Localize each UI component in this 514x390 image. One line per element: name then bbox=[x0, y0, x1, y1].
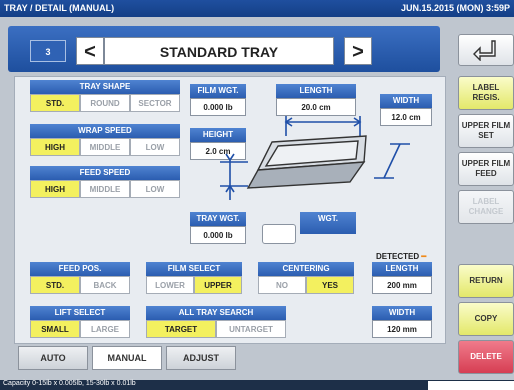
label-change-button: LABEL CHANGE bbox=[458, 190, 514, 224]
upper-film-set-button[interactable]: UPPER FILM SET bbox=[458, 114, 514, 148]
film-select-lower[interactable]: LOWER bbox=[146, 276, 194, 294]
width-label: WIDTH bbox=[380, 94, 432, 108]
feed-pos-std[interactable]: STD. bbox=[30, 276, 80, 294]
capacity-text: Capacity 0-15lb x 0.005lb, 15-30lb x 0.0… bbox=[3, 380, 136, 387]
wrap-speed-high[interactable]: HIGH bbox=[30, 138, 80, 156]
upper-film-set-line1: UPPER FILM bbox=[461, 121, 511, 130]
lift-select-small[interactable]: SMALL bbox=[30, 320, 80, 338]
wrap-speed-low[interactable]: LOW bbox=[130, 138, 180, 156]
upper-film-feed-line1: UPPER FILM bbox=[461, 159, 511, 168]
all-tray-search-untarget[interactable]: UNTARGET bbox=[216, 320, 286, 338]
film-select-label: FILM SELECT bbox=[146, 262, 242, 276]
label-change-line2: CHANGE bbox=[468, 207, 504, 216]
tray-diagram bbox=[220, 116, 410, 200]
status-box bbox=[428, 381, 514, 390]
centering-yes[interactable]: YES bbox=[306, 276, 354, 294]
lift-select-large[interactable]: LARGE bbox=[80, 320, 130, 338]
tray-wgt-value[interactable]: 0.000 lb bbox=[190, 226, 246, 244]
tray-wgt-label: TRAY WGT. bbox=[190, 212, 246, 226]
tray-name[interactable]: STANDARD TRAY bbox=[104, 37, 334, 65]
detected-width-label: WIDTH bbox=[372, 306, 432, 320]
tab-manual[interactable]: MANUAL bbox=[92, 346, 162, 370]
detected-length-value: 200 mm bbox=[372, 276, 432, 294]
all-tray-search-label: ALL TRAY SEARCH bbox=[146, 306, 286, 320]
wrap-speed-middle[interactable]: MIDDLE bbox=[80, 138, 130, 156]
centering-no[interactable]: NO bbox=[258, 276, 306, 294]
label-regis-line1: LABEL bbox=[472, 83, 500, 92]
upper-film-feed-line2: FEED bbox=[475, 169, 497, 178]
feed-pos-label: FEED POS. bbox=[30, 262, 130, 276]
feed-speed-high[interactable]: HIGH bbox=[30, 180, 80, 198]
feed-speed-label: FEED SPEED bbox=[30, 166, 180, 180]
detected-indicator-icon: ━ bbox=[421, 252, 427, 261]
lift-select-label: LIFT SELECT bbox=[30, 306, 130, 320]
wrap-speed-label: WRAP SPEED bbox=[30, 124, 180, 138]
screen-title: TRAY / DETAIL (MANUAL) bbox=[4, 3, 115, 13]
label-regis-line2: REGIS. bbox=[472, 93, 500, 102]
wgt-value[interactable] bbox=[262, 224, 296, 244]
tray-shape-std[interactable]: STD. bbox=[30, 94, 80, 112]
length-label: LENGTH bbox=[276, 84, 356, 98]
tray-number: 3 bbox=[30, 40, 66, 62]
tray-shape-sector[interactable]: SECTOR bbox=[130, 94, 180, 112]
label-change-line1: LABEL bbox=[472, 197, 500, 206]
prev-tray-button[interactable]: < bbox=[76, 37, 104, 65]
tray-shape-round[interactable]: ROUND bbox=[80, 94, 130, 112]
feed-speed-low[interactable]: LOW bbox=[130, 180, 180, 198]
return-button[interactable]: RETURN bbox=[458, 264, 514, 298]
detected-width-value: 120 mm bbox=[372, 320, 432, 338]
date-time: JUN.15.2015 (MON) 3:59P bbox=[400, 3, 510, 13]
detected-length-label: LENGTH bbox=[372, 262, 432, 276]
title-bar: TRAY / DETAIL (MANUAL) JUN.15.2015 (MON)… bbox=[0, 0, 514, 17]
upper-film-feed-button[interactable]: UPPER FILM FEED bbox=[458, 152, 514, 186]
return-arrow-icon bbox=[473, 40, 496, 61]
upper-film-set-line2: SET bbox=[478, 131, 494, 140]
wgt-label: WGT. bbox=[300, 212, 356, 234]
next-tray-button[interactable]: > bbox=[344, 37, 372, 65]
back-button[interactable] bbox=[458, 34, 514, 66]
feed-pos-back[interactable]: BACK bbox=[80, 276, 130, 294]
feed-speed-middle[interactable]: MIDDLE bbox=[80, 180, 130, 198]
tray-shape-label: TRAY SHAPE bbox=[30, 80, 180, 94]
tab-adjust[interactable]: ADJUST bbox=[166, 346, 236, 370]
film-select-upper[interactable]: UPPER bbox=[194, 276, 242, 294]
film-wgt-label: FILM WGT. bbox=[190, 84, 246, 98]
status-bar: Capacity 0-15lb x 0.005lb, 15-30lb x 0.0… bbox=[0, 380, 514, 390]
all-tray-search-target[interactable]: TARGET bbox=[146, 320, 216, 338]
tab-auto[interactable]: AUTO bbox=[18, 346, 88, 370]
detected-text: DETECTED bbox=[376, 252, 420, 261]
detected-label: DETECTED ━ bbox=[376, 252, 426, 261]
copy-button[interactable]: COPY bbox=[458, 302, 514, 336]
delete-button[interactable]: DELETE bbox=[458, 340, 514, 374]
centering-label: CENTERING bbox=[258, 262, 354, 276]
label-regis-button[interactable]: LABEL REGIS. bbox=[458, 76, 514, 110]
